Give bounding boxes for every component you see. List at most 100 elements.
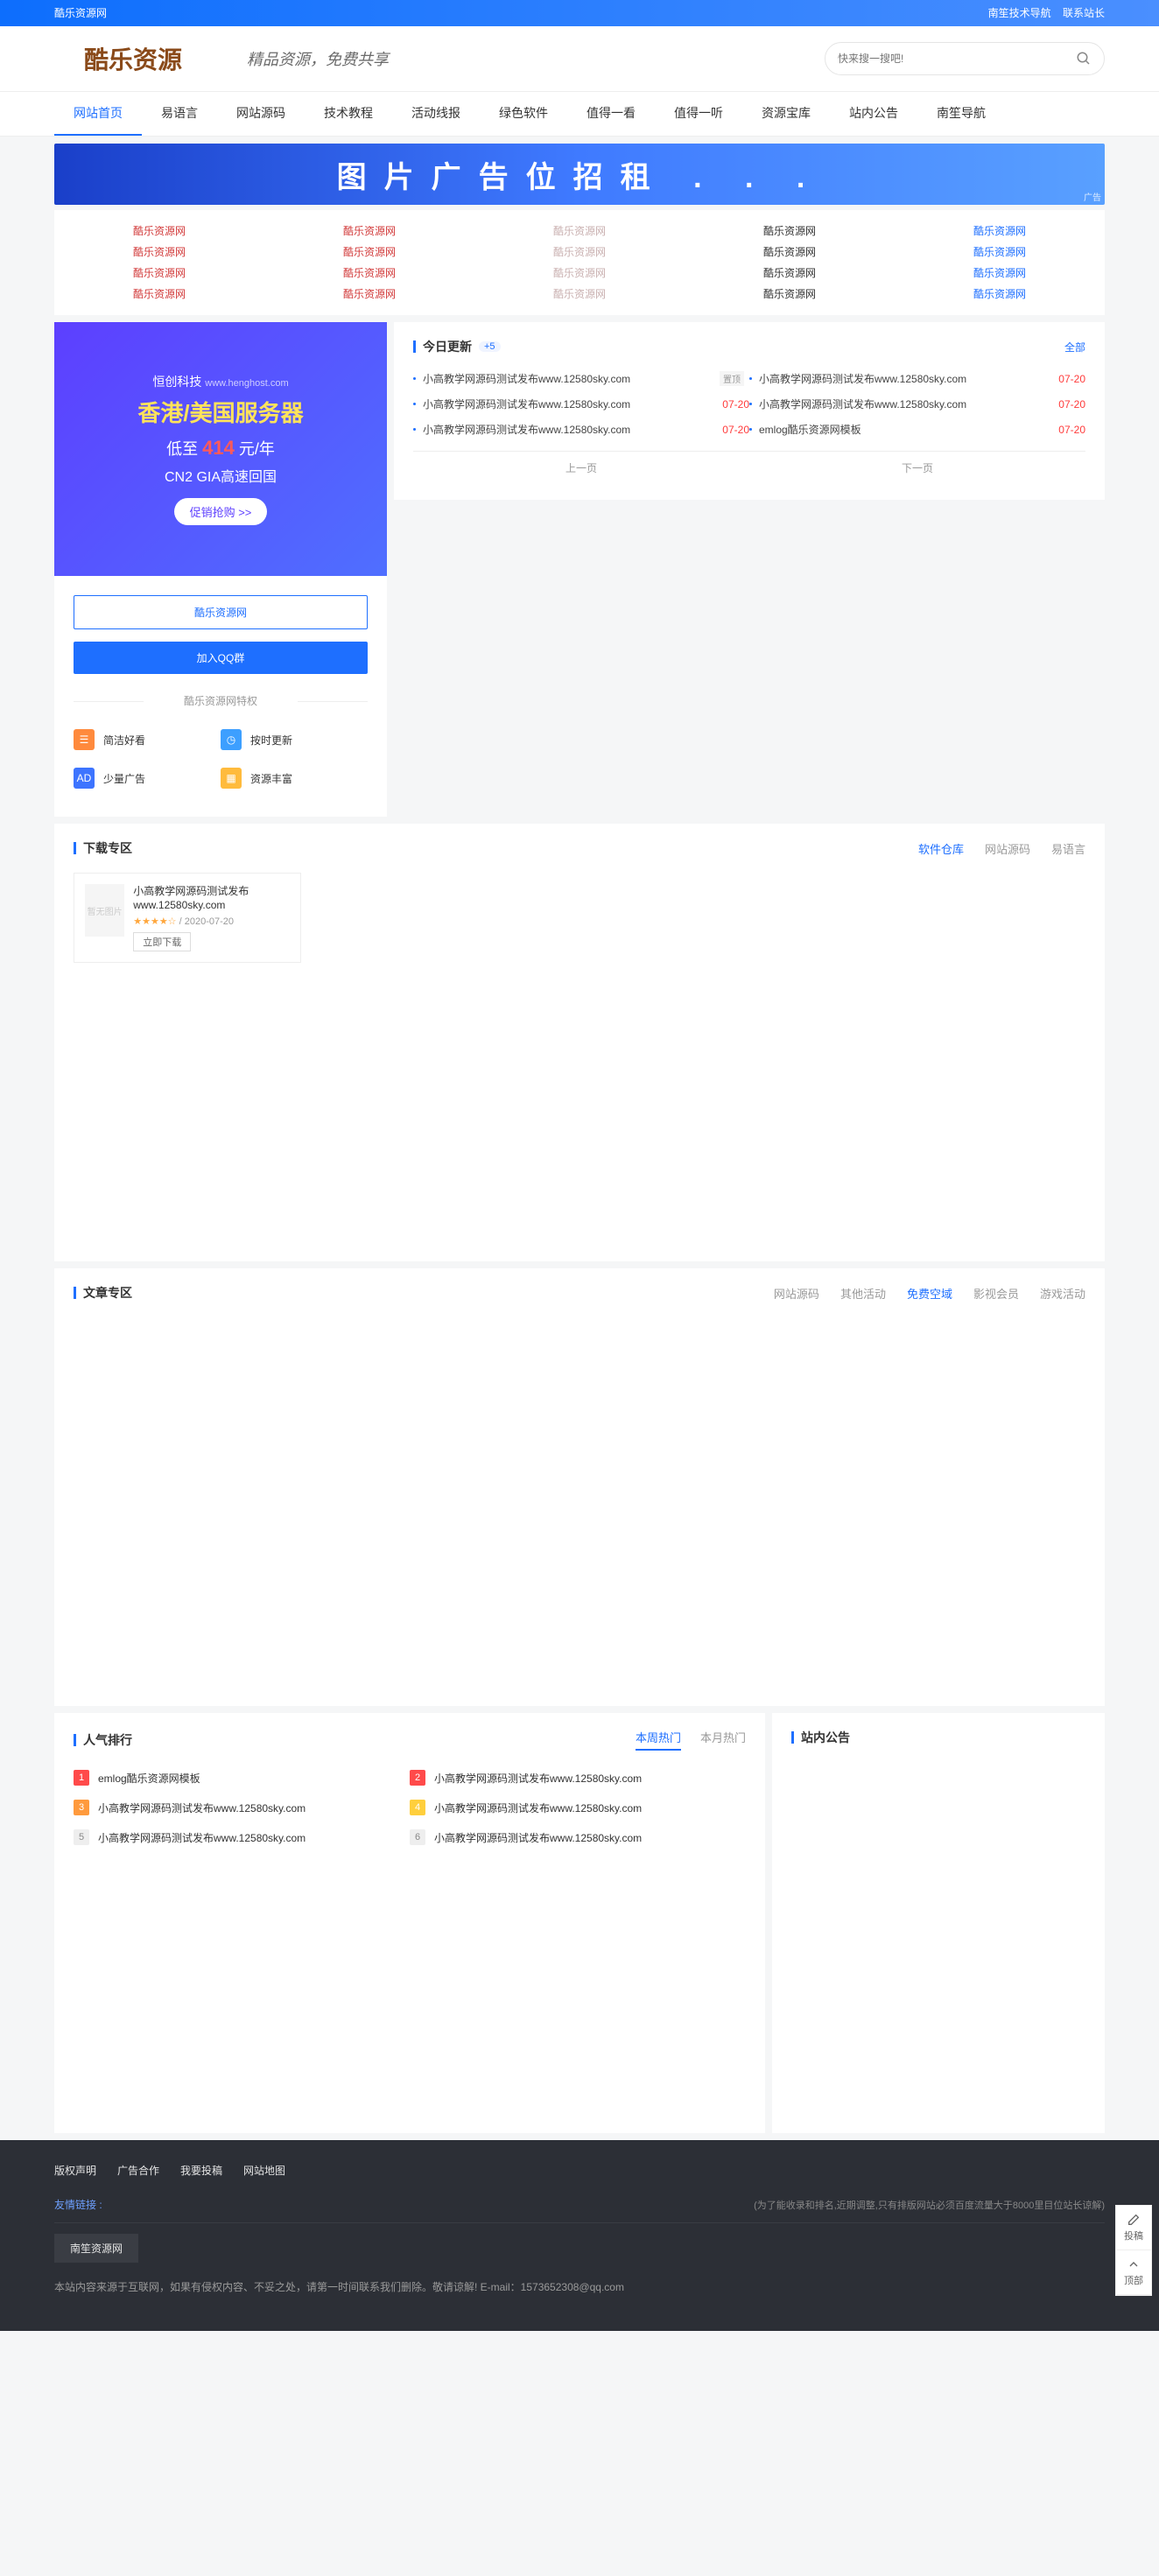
main-nav: 网站首页 易语言 网站源码 技术教程 活动线报 绿色软件 值得一看 值得一听 资… bbox=[0, 91, 1159, 137]
search-box[interactable] bbox=[825, 42, 1105, 75]
nav-item[interactable]: 易语言 bbox=[142, 92, 217, 136]
link-item[interactable]: 酷乐资源网 bbox=[685, 284, 895, 305]
next-page[interactable]: 下一页 bbox=[749, 452, 1085, 484]
link-item[interactable]: 酷乐资源网 bbox=[474, 284, 685, 305]
divider-label: 酷乐资源网特权 bbox=[74, 693, 368, 708]
friend-site-link[interactable]: 南笙资源网 bbox=[54, 2234, 138, 2263]
footer-link[interactable]: 广告合作 bbox=[117, 2163, 159, 2178]
nav-item[interactable]: 资源宝库 bbox=[742, 92, 830, 136]
link-item[interactable]: 酷乐资源网 bbox=[895, 242, 1105, 263]
link-grid: 酷乐资源网酷乐资源网酷乐资源网酷乐资源网 酷乐资源网酷乐资源网酷乐资源网酷乐资源… bbox=[54, 210, 1105, 315]
prev-page[interactable]: 上一页 bbox=[413, 452, 749, 484]
link-item[interactable]: 酷乐资源网 bbox=[54, 284, 264, 305]
today-item[interactable]: 小高教学网源码测试发布www.12580sky.com07-20 bbox=[749, 391, 1085, 417]
rank-item[interactable]: 6小高教学网源码测试发布www.12580sky.com bbox=[410, 1822, 746, 1852]
today-item[interactable]: 小高教学网源码测试发布www.12580sky.com07-20 bbox=[413, 417, 749, 442]
topbar-link-nav[interactable]: 南笙技术导航 bbox=[988, 7, 1051, 19]
nav-item[interactable]: 南笙导航 bbox=[917, 92, 1005, 136]
rank-title: 人气排行 bbox=[74, 1731, 132, 1749]
header: 酷乐资源 精品资源，免费共享 bbox=[0, 26, 1159, 91]
rank-item[interactable]: 3小高教学网源码测试发布www.12580sky.com bbox=[74, 1793, 410, 1822]
footer-link[interactable]: 我要投稿 bbox=[180, 2163, 222, 2178]
download-button[interactable]: 立即下载 bbox=[133, 932, 191, 951]
tab-month[interactable]: 本月热门 bbox=[700, 1729, 746, 1751]
nav-item[interactable]: 网站源码 bbox=[217, 92, 305, 136]
notice-panel: 站内公告 bbox=[772, 1713, 1105, 2133]
friend-note: (为了能收录和排名,近期调整,只有排版网站必须百度流量大于8000里目位站长谅解… bbox=[754, 2198, 1105, 2212]
articles-title: 文章专区 bbox=[74, 1284, 132, 1302]
today-item[interactable]: 小高教学网源码测试发布www.12580sky.com07-20 bbox=[413, 391, 749, 417]
link-item[interactable]: 酷乐资源网 bbox=[54, 263, 264, 284]
link-item[interactable]: 酷乐资源网 bbox=[685, 263, 895, 284]
rank-item[interactable]: 5小高教学网源码测试发布www.12580sky.com bbox=[74, 1822, 410, 1852]
logo[interactable]: 酷乐资源 bbox=[54, 39, 212, 79]
nav-item[interactable]: 值得一听 bbox=[655, 92, 742, 136]
side-card: 酷乐资源网 加入QQ群 酷乐资源网特权 ☰简洁好看 ◷按时更新 AD少量广告 ▦… bbox=[54, 576, 387, 817]
ad-banner[interactable]: 图片广告位招租 . . . 广告 bbox=[54, 144, 1105, 205]
articles-section: 文章专区 网站源码 其他活动 免费空域 影视会员 游戏活动 bbox=[54, 1268, 1105, 1706]
feature-item: AD少量广告 bbox=[74, 759, 221, 797]
tab-software[interactable]: 软件仓库 bbox=[918, 840, 964, 857]
tab-source[interactable]: 网站源码 bbox=[985, 840, 1030, 857]
nav-item[interactable]: 值得一看 bbox=[567, 92, 655, 136]
link-item[interactable]: 酷乐资源网 bbox=[474, 263, 685, 284]
feature-item: ◷按时更新 bbox=[221, 720, 368, 759]
link-item[interactable]: 酷乐资源网 bbox=[685, 242, 895, 263]
card-date: 2020-07-20 bbox=[185, 916, 234, 927]
link-item[interactable]: 酷乐资源网 bbox=[264, 263, 474, 284]
today-item[interactable]: 小高教学网源码测试发布www.12580sky.com07-20 bbox=[749, 366, 1085, 391]
today-item[interactable]: 小高教学网源码测试发布www.12580sky.com置顶 bbox=[413, 366, 749, 391]
tab-item[interactable]: 免费空域 bbox=[907, 1285, 952, 1302]
nav-item[interactable]: 站内公告 bbox=[830, 92, 917, 136]
topbar-site[interactable]: 酷乐资源网 bbox=[54, 0, 107, 26]
tab-item[interactable]: 影视会员 bbox=[973, 1285, 1019, 1302]
card-title[interactable]: 小高教学网源码测试发布www.12580sky.com bbox=[133, 884, 290, 912]
tab-item[interactable]: 网站源码 bbox=[774, 1285, 819, 1302]
rank-item[interactable]: 4小高教学网源码测试发布www.12580sky.com bbox=[410, 1793, 746, 1822]
link-item[interactable]: 酷乐资源网 bbox=[264, 242, 474, 263]
search-input[interactable] bbox=[838, 53, 1076, 65]
ad-tag: 广告 bbox=[1084, 190, 1101, 203]
search-icon[interactable] bbox=[1076, 51, 1092, 67]
download-card: 暂无图片 小高教学网源码测试发布www.12580sky.com ★★★★☆ /… bbox=[74, 873, 301, 963]
link-item[interactable]: 酷乐资源网 bbox=[474, 242, 685, 263]
join-qq-button[interactable]: 加入QQ群 bbox=[74, 642, 368, 674]
link-item[interactable]: 酷乐资源网 bbox=[474, 221, 685, 242]
link-item[interactable]: 酷乐资源网 bbox=[54, 221, 264, 242]
rank-item[interactable]: 2小高教学网源码测试发布www.12580sky.com bbox=[410, 1763, 746, 1793]
link-item[interactable]: 酷乐资源网 bbox=[895, 263, 1105, 284]
feature-item: ☰简洁好看 bbox=[74, 720, 221, 759]
promo-button[interactable]: 促销抢购 >> bbox=[174, 498, 268, 525]
notice-title: 站内公告 bbox=[791, 1729, 850, 1746]
nav-item[interactable]: 绿色软件 bbox=[480, 92, 567, 136]
footer: 版权声明 广告合作 我要投稿 网站地图 友情链接 : (为了能收录和排名,近期调… bbox=[0, 2140, 1159, 2331]
today-item[interactable]: emlog酷乐资源网模板07-20 bbox=[749, 417, 1085, 442]
link-item[interactable]: 酷乐资源网 bbox=[895, 221, 1105, 242]
nav-home[interactable]: 网站首页 bbox=[54, 92, 142, 136]
link-item[interactable]: 酷乐资源网 bbox=[685, 221, 895, 242]
contribute-button[interactable]: 投稿 bbox=[1116, 2206, 1151, 2250]
box-icon: ▦ bbox=[221, 768, 242, 789]
float-sidebar: 投稿 顶部 bbox=[1115, 2205, 1152, 2296]
footer-link[interactable]: 版权声明 bbox=[54, 2163, 96, 2178]
rank-item[interactable]: 1emlog酷乐资源网模板 bbox=[74, 1763, 410, 1793]
tab-item[interactable]: 其他活动 bbox=[840, 1285, 886, 1302]
nav-item[interactable]: 活动线报 bbox=[392, 92, 480, 136]
rank-panel: 人气排行 本周热门 本月热门 1emlog酷乐资源网模板 2小高教学网源码测试发… bbox=[54, 1713, 765, 2133]
link-item[interactable]: 酷乐资源网 bbox=[54, 242, 264, 263]
link-item[interactable]: 酷乐资源网 bbox=[264, 221, 474, 242]
footer-link[interactable]: 网站地图 bbox=[243, 2163, 285, 2178]
tab-elang[interactable]: 易语言 bbox=[1051, 840, 1085, 857]
more-link[interactable]: 全部 bbox=[1064, 340, 1085, 354]
site-link-button[interactable]: 酷乐资源网 bbox=[74, 595, 368, 629]
nav-item[interactable]: 技术教程 bbox=[305, 92, 392, 136]
topbar-link-contact[interactable]: 联系站长 bbox=[1063, 7, 1105, 19]
link-item[interactable]: 酷乐资源网 bbox=[895, 284, 1105, 305]
side-ad-banner[interactable]: 恒创科技 www.henghost.com 香港/美国服务器 低至 414 元/… bbox=[54, 322, 387, 576]
back-to-top-button[interactable]: 顶部 bbox=[1116, 2250, 1151, 2295]
tab-week[interactable]: 本周热门 bbox=[636, 1729, 681, 1751]
tab-item[interactable]: 游戏活动 bbox=[1040, 1285, 1085, 1302]
thumb-placeholder: 暂无图片 bbox=[85, 884, 124, 937]
top-tag: 置顶 bbox=[720, 371, 744, 386]
link-item[interactable]: 酷乐资源网 bbox=[264, 284, 474, 305]
